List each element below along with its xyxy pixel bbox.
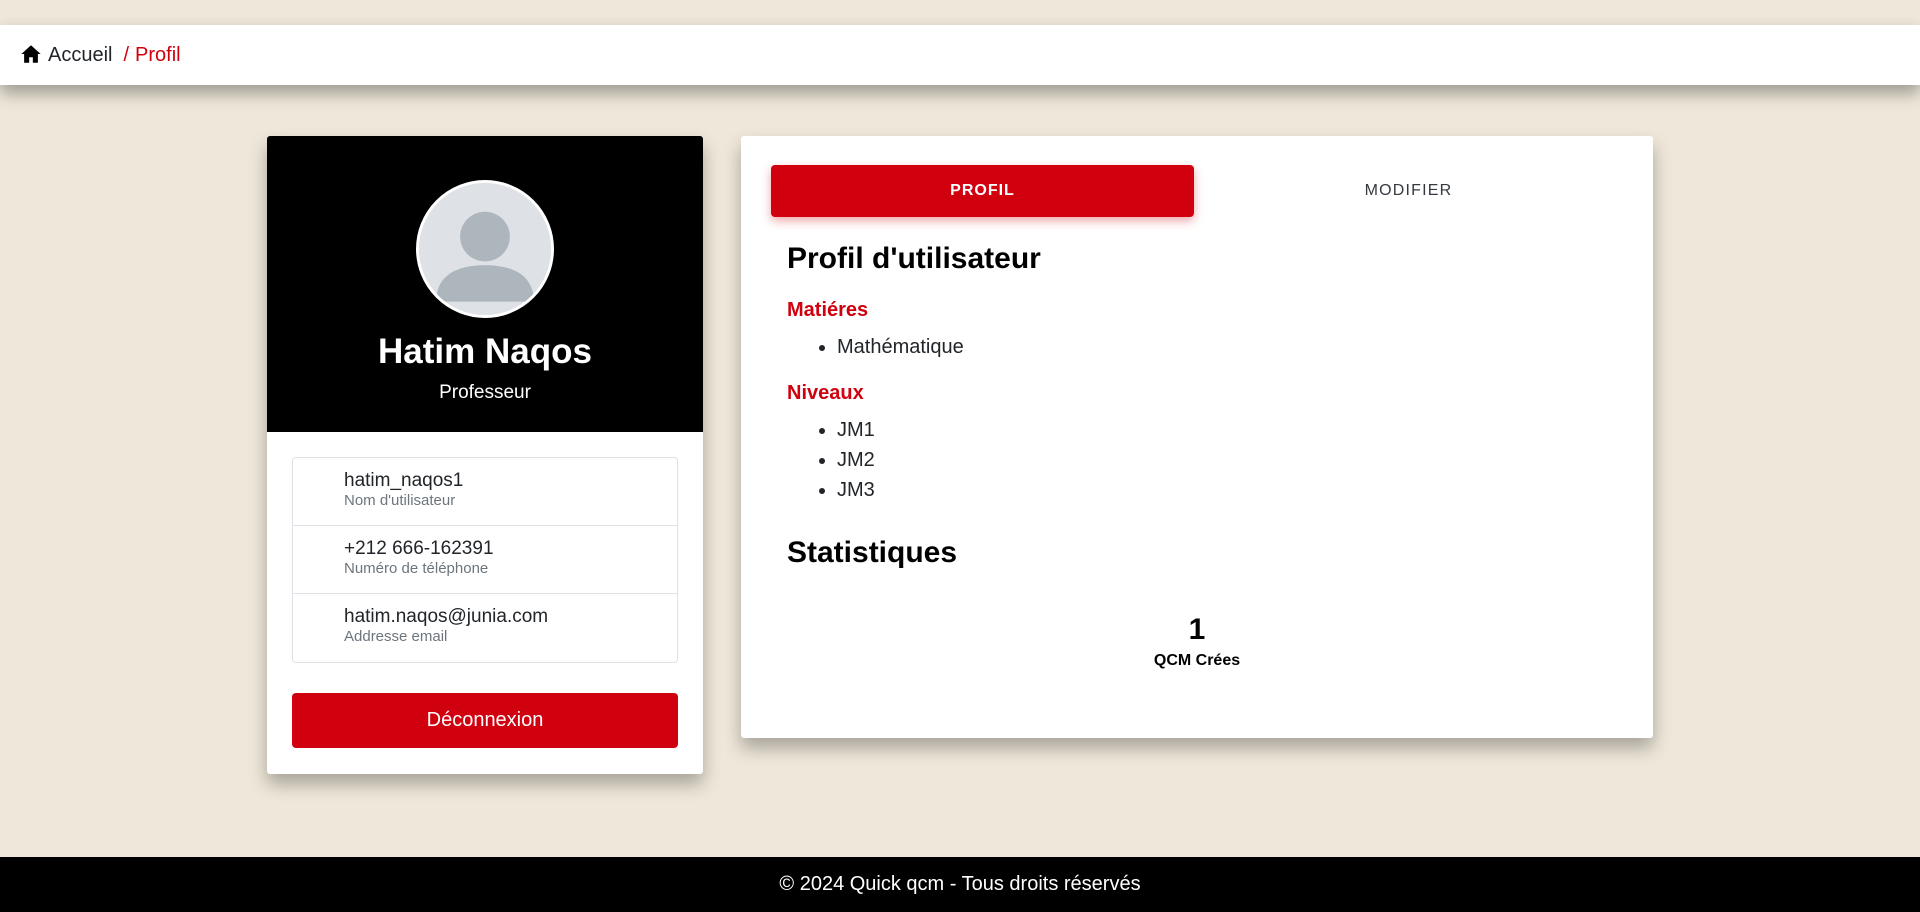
list-item: JM3: [837, 475, 875, 505]
user-avatar-icon: [419, 183, 551, 315]
email-label: Addresse email: [344, 627, 448, 645]
phone-label: Numéro de téléphone: [344, 559, 489, 577]
breadcrumb-home-label: Accueil: [48, 43, 113, 66]
info-item-username: hatim_naqos1 Nom d'utilisateur: [293, 458, 677, 526]
breadcrumb-home-link[interactable]: Accueil: [20, 44, 112, 67]
statistics-title: Statistiques: [787, 536, 958, 569]
subjects-heading: Matiéres: [787, 299, 869, 321]
tab-profil[interactable]: PROFIL: [771, 165, 1194, 217]
info-item-email: hatim.naqos@junia.com Addresse email: [293, 594, 677, 662]
breadcrumb-separator: /: [123, 43, 130, 66]
levels-heading: Niveaux: [787, 382, 864, 404]
username-label: Nom d'utilisateur: [344, 491, 456, 509]
info-item-phone: +212 666-162391 Numéro de téléphone: [293, 526, 677, 594]
profile-role: Professeur: [439, 382, 531, 403]
stat-value: 1: [1188, 613, 1206, 646]
email-value: hatim.naqos@junia.com: [344, 606, 549, 627]
user-profile-title: Profil d'utilisateur: [787, 242, 1041, 275]
logout-button[interactable]: Déconnexion: [292, 693, 678, 748]
phone-value: +212 666-162391: [344, 538, 494, 559]
tab-modifier[interactable]: MODIFIER: [1194, 165, 1623, 217]
breadcrumb: Accueil / Profil: [0, 25, 1920, 85]
stat-label: QCM Crées: [1153, 652, 1241, 669]
avatar: [416, 180, 554, 318]
subjects-list: Mathématique: [787, 332, 964, 362]
list-item: JM2: [837, 445, 875, 475]
profile-name: Hatim Naqos: [378, 332, 592, 371]
profile-card: Hatim Naqos Professeur hatim_naqos1 Nom …: [267, 136, 703, 774]
home-icon: [21, 44, 41, 63]
footer: © 2024 Quick qcm - Tous droits réservés: [0, 857, 1920, 912]
username-value: hatim_naqos1: [344, 470, 464, 491]
profile-tabs: PROFIL MODIFIER: [771, 165, 1623, 217]
list-item: Mathématique: [837, 332, 964, 362]
footer-text: © 2024 Quick qcm - Tous droits réservés: [779, 873, 1141, 895]
list-item: JM1: [837, 415, 875, 445]
stat-qcm-created: 1 QCM Crées: [741, 612, 1653, 670]
profile-details-card: PROFIL MODIFIER Profil d'utilisateur Mat…: [741, 136, 1653, 738]
breadcrumb-current: Profil: [135, 43, 181, 66]
profile-header: Hatim Naqos Professeur: [267, 136, 703, 432]
profile-info-list: hatim_naqos1 Nom d'utilisateur +212 666-…: [292, 457, 678, 663]
levels-list: JM1 JM2 JM3: [787, 415, 875, 505]
